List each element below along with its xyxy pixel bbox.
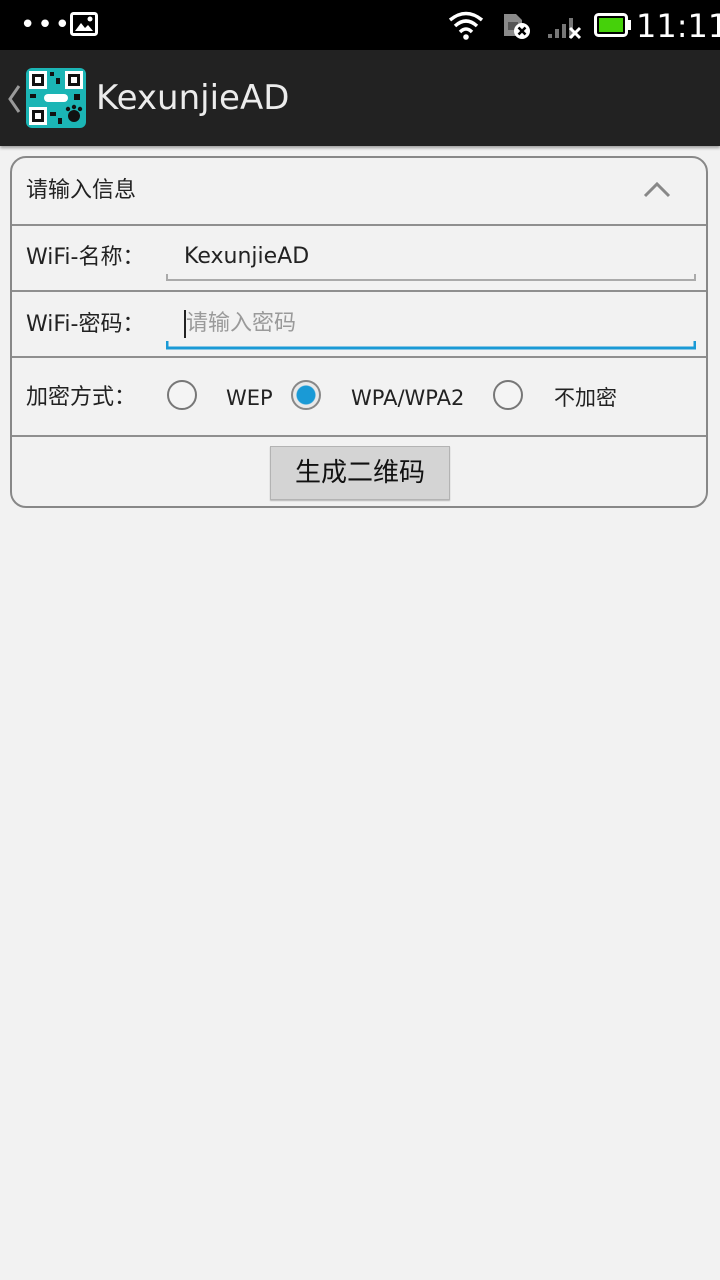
divider: [12, 435, 706, 437]
card-header[interactable]: 请输入信息: [12, 158, 706, 224]
status-bar: ••• 11:11: [0, 0, 720, 50]
radio-wpa-wpa2[interactable]: [291, 380, 321, 410]
wifi-info-card: 请输入信息 WiFi-名称： KexunjieAD WiFi-密码： 请输入密码…: [10, 156, 708, 508]
app-title: KexunjieAD: [96, 78, 290, 118]
ssid-input[interactable]: KexunjieAD: [184, 242, 309, 272]
password-input-underline: [166, 341, 696, 350]
password-row: WiFi-密码： 请输入密码: [12, 292, 706, 356]
ssid-row: WiFi-名称： KexunjieAD: [12, 226, 706, 290]
sim-error-icon: [504, 14, 530, 39]
chevron-up-icon[interactable]: [642, 178, 672, 200]
radio-wep[interactable]: [167, 380, 197, 410]
radio-none-label[interactable]: 不加密: [554, 383, 617, 413]
battery-icon: [594, 13, 631, 37]
wifi-icon: [448, 11, 484, 40]
password-label: WiFi-密码：: [26, 312, 145, 337]
radio-wep-label[interactable]: WEP: [226, 383, 273, 413]
ssid-label: WiFi-名称：: [26, 245, 145, 270]
signal-icon: [548, 18, 582, 40]
image-notification-icon: [70, 12, 98, 36]
encryption-row: 加密方式： WEP WPA/WPA2 不加密: [12, 358, 706, 436]
action-bar: KexunjieAD: [0, 50, 720, 146]
radio-none[interactable]: [493, 380, 523, 410]
overflow-dots: •••: [20, 10, 73, 40]
generate-qr-button[interactable]: 生成二维码: [270, 446, 450, 500]
encryption-label: 加密方式：: [26, 385, 137, 410]
clock: 11:11: [636, 7, 720, 45]
qr-code-app-icon[interactable]: [26, 68, 86, 128]
section-title: 请输入信息: [26, 178, 137, 203]
radio-wpa-wpa2-label[interactable]: WPA/WPA2: [351, 383, 464, 413]
password-input[interactable]: 请输入密码: [186, 309, 296, 339]
ssid-input-underline: [166, 274, 696, 281]
chevron-left-icon[interactable]: [6, 84, 22, 114]
